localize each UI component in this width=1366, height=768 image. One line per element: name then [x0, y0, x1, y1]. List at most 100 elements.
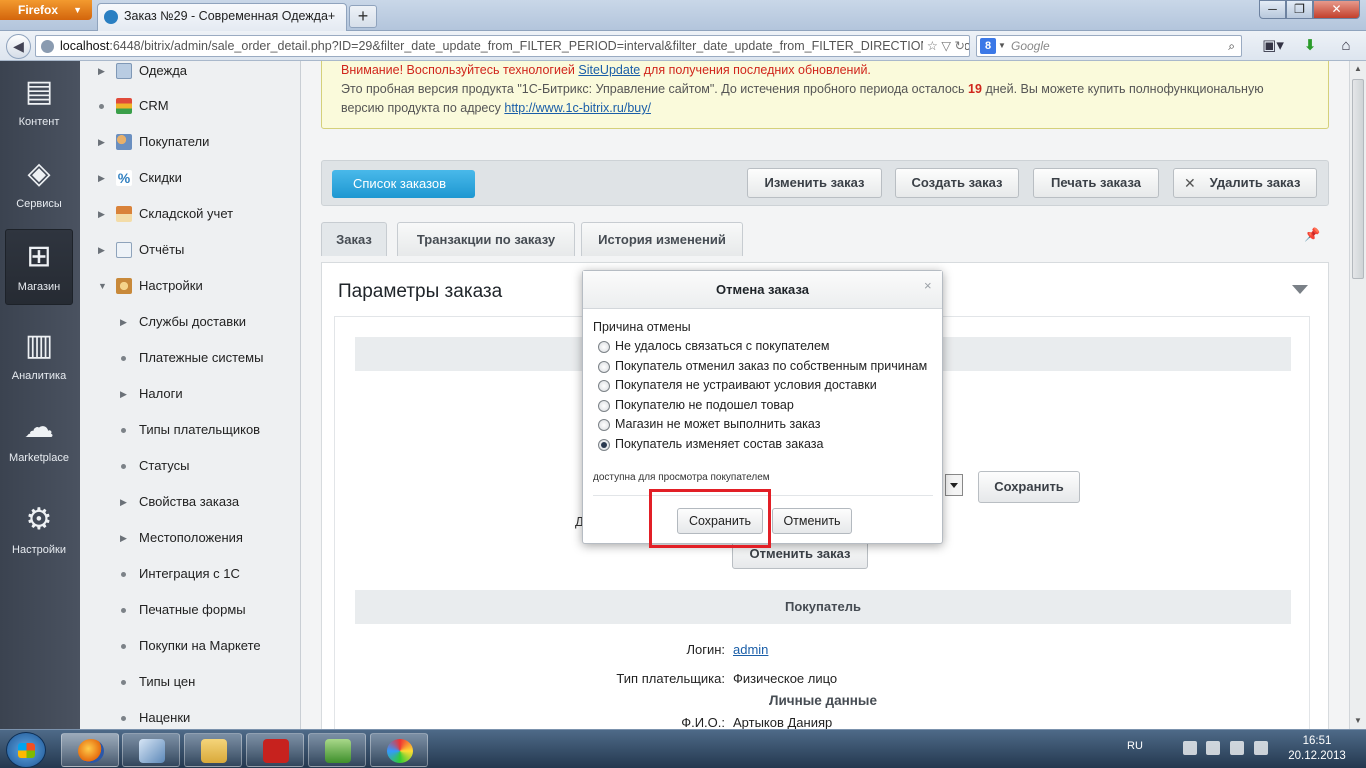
url-bar[interactable]: localhost:6448/bitrix/admin/sale_order_d… [35, 35, 970, 57]
taskbar-notepad-plus[interactable] [308, 733, 366, 767]
menu-item-customers[interactable]: ▶ Покупатели [80, 133, 300, 169]
edit-order-button[interactable]: Изменить заказ [747, 168, 882, 198]
taskbar-explorer[interactable] [184, 733, 242, 767]
radio-button[interactable] [598, 360, 610, 373]
expand-arrow-icon[interactable]: ▶ [98, 62, 105, 80]
tab-history[interactable]: История изменений [581, 222, 743, 256]
status-select-dropdown[interactable] [945, 474, 963, 496]
taskbar-paint[interactable] [370, 733, 428, 767]
cancel-reason-option[interactable]: Не удалось связаться с покупателем [598, 337, 943, 356]
chevron-down-icon[interactable]: ▼ [998, 36, 1006, 56]
menu-subitem-1c[interactable]: Интеграция с 1С [80, 565, 300, 601]
radio-button[interactable] [598, 341, 610, 353]
radio-button[interactable] [598, 438, 610, 451]
bookmark-star-icon[interactable]: ☆ [927, 39, 938, 53]
leftbar-item-analytics[interactable]: ▥ Аналитика [5, 319, 73, 395]
leftbar-item-services[interactable]: ◈ Сервисы [5, 147, 73, 223]
menu-subitem-markups[interactable]: Наценки [80, 709, 300, 729]
radio-button[interactable] [598, 380, 610, 392]
leftbar-item-marketplace[interactable]: ☁ Marketplace [5, 401, 73, 477]
leftbar-item-content[interactable]: ▤ Контент [5, 65, 73, 141]
url-dropdown-icon[interactable]: ▽ [941, 39, 951, 53]
orders-list-button[interactable]: Список заказов [332, 170, 475, 198]
volume-icon[interactable] [1230, 741, 1244, 755]
buy-link[interactable]: http://www.1c-bitrix.ru/buy/ [504, 101, 651, 115]
delete-order-button[interactable]: ✕ Удалить заказ [1173, 168, 1317, 198]
cancel-reason-option[interactable]: Покупатель изменяет состав заказа [598, 435, 943, 454]
menu-item-clothing[interactable]: ▶ Одежда [80, 62, 300, 98]
window-restore-button[interactable]: ❐ [1286, 0, 1313, 19]
menu-subitem-taxes[interactable]: ▶ Налоги [80, 385, 300, 421]
dialog-close-button[interactable]: × [924, 278, 932, 293]
flag-icon[interactable] [1206, 741, 1220, 755]
radio-button[interactable] [598, 399, 610, 412]
browser-tab[interactable]: Заказ №29 - Современная Одежда+ [97, 3, 347, 31]
menu-item-settings[interactable]: ▼ Настройки [80, 277, 300, 313]
expand-arrow-icon[interactable]: ▶ [120, 493, 127, 511]
menu-subitem-print-forms[interactable]: Печатные формы [80, 601, 300, 637]
clock[interactable]: 16:51 20.12.2013 [1280, 734, 1354, 764]
search-icon[interactable]: ⌕ [1228, 36, 1235, 56]
menu-subitem-payer-types[interactable]: Типы плательщиков [80, 421, 300, 457]
menu-subitem-delivery[interactable]: ▶ Службы доставки [80, 313, 300, 349]
leftbar-item-settings[interactable]: ⚙ Настройки [5, 493, 73, 569]
back-button[interactable]: ◀ [6, 34, 31, 59]
menu-subitem-payment[interactable]: Платежные системы [80, 349, 300, 385]
dropbox-icon[interactable] [1254, 741, 1268, 755]
window-close-button[interactable]: ✕ [1313, 0, 1360, 19]
scrollbar-thumb[interactable] [1352, 79, 1364, 279]
new-tab-button[interactable]: + [349, 5, 377, 28]
collapse-icon[interactable] [1292, 285, 1308, 294]
menu-subitem-statuses[interactable]: Статусы [80, 457, 300, 493]
firefox-menu-button[interactable]: Firefox ▼ [0, 0, 92, 20]
home-icon[interactable]: ⌂ [1334, 36, 1358, 56]
menu-item-discounts[interactable]: ▶% Скидки [80, 169, 300, 205]
scroll-down-icon[interactable]: ▼ [1350, 713, 1366, 729]
expand-arrow-icon[interactable]: ▶ [98, 169, 105, 187]
bookmarks-icon[interactable]: ▣▾ [1256, 36, 1290, 56]
cancel-reason-option[interactable]: Покупателя не устраивают условия доставк… [598, 376, 943, 395]
dialog-cancel-button[interactable]: Отменить [772, 508, 852, 534]
taskbar-virtualbox[interactable] [122, 733, 180, 767]
network-icon[interactable] [1183, 741, 1197, 755]
print-order-button[interactable]: Печать заказа [1033, 168, 1159, 198]
collapse-arrow-icon[interactable]: ▼ [98, 277, 107, 295]
cancel-reason-option[interactable]: Покупателю не подошел товар [598, 396, 943, 415]
pin-icon[interactable]: 📌 [1304, 227, 1320, 243]
expand-arrow-icon[interactable]: ▶ [120, 313, 127, 331]
tab-transactions[interactable]: Транзакции по заказу [397, 222, 575, 256]
menu-subitem-locations[interactable]: ▶ Местоположения [80, 529, 300, 565]
expand-arrow-icon[interactable]: ▶ [98, 133, 105, 151]
leftbar-item-shop[interactable]: ⊞ Магазин [5, 229, 73, 305]
reload-icon[interactable]: ↻ [955, 39, 965, 53]
window-minimize-button[interactable]: ─ [1259, 0, 1286, 19]
expand-arrow-icon[interactable]: ▶ [98, 241, 105, 259]
download-icon[interactable]: ⬇ [1300, 36, 1320, 56]
search-input[interactable]: 8 ▼ Google ⌕ [976, 35, 1242, 57]
bullet-icon [121, 608, 126, 613]
google-icon[interactable]: 8 [980, 38, 996, 54]
expand-arrow-icon[interactable]: ▶ [120, 529, 127, 547]
menu-subitem-market[interactable]: Покупки на Маркете [80, 637, 300, 673]
scroll-up-icon[interactable]: ▲ [1350, 61, 1366, 77]
create-order-button[interactable]: Создать заказ [895, 168, 1019, 198]
status-save-button[interactable]: Сохранить [978, 471, 1080, 503]
cancel-reason-option[interactable]: Покупатель отменил заказ по собственным … [598, 357, 943, 376]
taskbar-acrobat[interactable] [246, 733, 304, 767]
login-link[interactable]: admin [733, 640, 768, 660]
start-button[interactable] [6, 732, 46, 768]
cancel-reason-option[interactable]: Магазин не может выполнить заказ [598, 415, 943, 434]
menu-item-reports[interactable]: ▶ Отчёты [80, 241, 300, 277]
taskbar-firefox[interactable] [61, 733, 119, 767]
tab-order[interactable]: Заказ [321, 222, 387, 256]
radio-button[interactable] [598, 419, 610, 431]
vertical-scrollbar[interactable]: ▲ ▼ [1349, 61, 1366, 729]
menu-subitem-price-types[interactable]: Типы цен [80, 673, 300, 709]
expand-arrow-icon[interactable]: ▶ [120, 385, 127, 403]
menu-item-crm[interactable]: CRM [80, 97, 300, 133]
siteupdate-link[interactable]: SiteUpdate [578, 63, 640, 77]
expand-arrow-icon[interactable]: ▶ [98, 205, 105, 223]
menu-subitem-order-props[interactable]: ▶ Свойства заказа [80, 493, 300, 529]
menu-item-warehouse[interactable]: ▶ Складской учет [80, 205, 300, 241]
language-indicator[interactable]: RU [1127, 740, 1143, 752]
